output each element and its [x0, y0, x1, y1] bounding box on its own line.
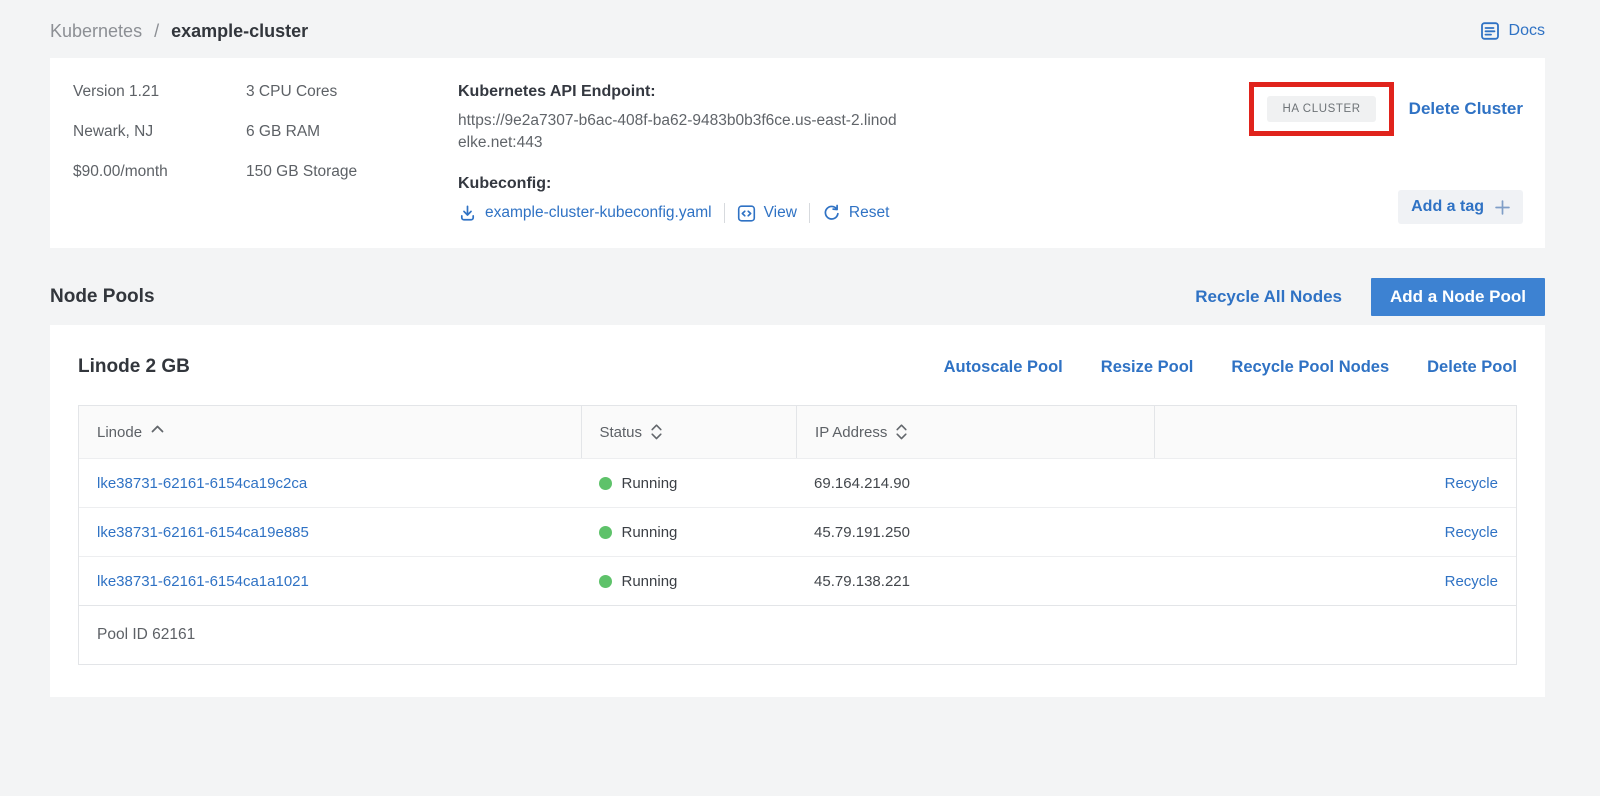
ha-cluster-chip: HA CLUSTER [1267, 96, 1375, 122]
column-header-status[interactable]: Status [581, 406, 797, 458]
kubeconfig-download-link[interactable]: example-cluster-kubeconfig.yaml [458, 204, 712, 223]
kubernetes-cluster-page: Kubernetes / example-cluster Docs Versio… [0, 0, 1600, 697]
column-header-actions [1154, 406, 1516, 458]
status-cell: Running [581, 573, 797, 590]
summary-top-row: HA CLUSTER Delete Cluster [1249, 82, 1523, 136]
table-header-row: Linode Status IP Address [79, 406, 1516, 458]
sort-icon [896, 424, 907, 440]
node-link[interactable]: lke38731-62161-6154ca1a1021 [97, 573, 309, 590]
delete-pool-button[interactable]: Delete Pool [1427, 358, 1517, 377]
status-running-icon [599, 526, 612, 539]
cluster-region: Newark, NJ [73, 122, 246, 142]
plus-icon [1495, 200, 1510, 215]
status-label: Running [622, 475, 678, 492]
table-row: lke38731-62161-6154ca19c2ca Running 69.1… [79, 458, 1516, 507]
column-header-linode[interactable]: Linode [79, 406, 581, 458]
docs-label: Docs [1509, 22, 1545, 40]
breadcrumb-kubernetes[interactable]: Kubernetes [50, 21, 142, 41]
node-pools-actions: Recycle All Nodes Add a Node Pool [1195, 278, 1545, 316]
recycle-pool-nodes-button[interactable]: Recycle Pool Nodes [1231, 358, 1389, 377]
endpoint-block: Kubernetes API Endpoint: https://9e2a730… [458, 82, 904, 224]
cluster-cpu: 3 CPU Cores [246, 82, 458, 102]
topbar: Kubernetes / example-cluster Docs [50, 0, 1545, 58]
node-link[interactable]: lke38731-62161-6154ca19c2ca [97, 475, 307, 492]
pool-header: Linode 2 GB Autoscale Pool Resize Pool R… [78, 347, 1517, 387]
breadcrumb-separator: / [154, 21, 159, 41]
column-header-ip-address[interactable]: IP Address [796, 406, 1154, 458]
recycle-node-button[interactable]: Recycle [1445, 573, 1498, 590]
status-cell: Running [581, 524, 797, 541]
column-label: IP Address [815, 424, 887, 441]
status-running-icon [599, 575, 612, 588]
download-icon [458, 204, 477, 223]
status-cell: Running [581, 475, 797, 492]
breadcrumb-cluster-name: example-cluster [171, 21, 308, 41]
divider [809, 203, 810, 223]
ip-address: 45.79.138.221 [796, 573, 1154, 590]
code-view-icon [737, 204, 756, 223]
docs-link[interactable]: Docs [1479, 20, 1545, 42]
cluster-summary-card: Version 1.21 Newark, NJ $90.00/month 3 C… [50, 58, 1545, 248]
kubeconfig-label: Kubeconfig: [458, 174, 904, 194]
status-label: Running [622, 524, 678, 541]
pool-actions: Autoscale Pool Resize Pool Recycle Pool … [944, 358, 1517, 377]
cluster-storage: 150 GB Storage [246, 162, 458, 182]
column-label: Status [600, 424, 643, 441]
pool-id-footer: Pool ID 62161 [79, 605, 1516, 664]
autoscale-pool-button[interactable]: Autoscale Pool [944, 358, 1063, 377]
column-label: Linode [97, 424, 142, 441]
summary-right: HA CLUSTER Delete Cluster Add a tag [1249, 82, 1523, 224]
add-tag-button[interactable]: Add a tag [1398, 190, 1523, 224]
recycle-node-button[interactable]: Recycle [1445, 475, 1498, 492]
add-tag-label: Add a tag [1411, 198, 1484, 216]
node-pools-title: Node Pools [50, 286, 155, 308]
ha-cluster-annotation-box: HA CLUSTER [1249, 82, 1393, 136]
pool-name: Linode 2 GB [78, 356, 190, 378]
specs-column-1: Version 1.21 Newark, NJ $90.00/month [73, 82, 246, 224]
kubeconfig-reset-link[interactable]: Reset [822, 204, 890, 223]
nodes-table: Linode Status IP Address [78, 405, 1517, 665]
api-endpoint-label: Kubernetes API Endpoint: [458, 82, 904, 102]
cluster-ram: 6 GB RAM [246, 122, 458, 142]
table-row: lke38731-62161-6154ca1a1021 Running 45.7… [79, 556, 1516, 605]
resize-pool-button[interactable]: Resize Pool [1101, 358, 1194, 377]
status-running-icon [599, 477, 612, 490]
kubeconfig-actions: example-cluster-kubeconfig.yaml View [458, 203, 904, 223]
kubeconfig-filename: example-cluster-kubeconfig.yaml [485, 204, 712, 222]
ip-address: 69.164.214.90 [796, 475, 1154, 492]
breadcrumb: Kubernetes / example-cluster [50, 21, 308, 42]
node-pools-header: Node Pools Recycle All Nodes Add a Node … [50, 278, 1545, 316]
status-label: Running [622, 573, 678, 590]
reset-icon [822, 204, 841, 223]
sort-asc-icon [151, 425, 164, 433]
view-label: View [764, 204, 797, 222]
cluster-version: Version 1.21 [73, 82, 246, 102]
sort-icon [651, 424, 662, 440]
add-node-pool-button[interactable]: Add a Node Pool [1371, 278, 1545, 316]
node-link[interactable]: lke38731-62161-6154ca19e885 [97, 524, 309, 541]
kubeconfig-view-link[interactable]: View [737, 204, 797, 223]
cluster-price: $90.00/month [73, 162, 246, 182]
docs-icon [1479, 20, 1501, 42]
table-row: lke38731-62161-6154ca19e885 Running 45.7… [79, 507, 1516, 556]
specs-column-2: 3 CPU Cores 6 GB RAM 150 GB Storage [246, 82, 458, 224]
reset-label: Reset [849, 204, 890, 222]
recycle-node-button[interactable]: Recycle [1445, 524, 1498, 541]
ip-address: 45.79.191.250 [796, 524, 1154, 541]
recycle-all-nodes-button[interactable]: Recycle All Nodes [1195, 287, 1342, 307]
divider [724, 203, 725, 223]
api-endpoint-url: https://9e2a7307-b6ac-408f-ba62-9483b0b3… [458, 110, 904, 154]
node-pool-card: Linode 2 GB Autoscale Pool Resize Pool R… [50, 325, 1545, 697]
delete-cluster-button[interactable]: Delete Cluster [1409, 99, 1523, 119]
